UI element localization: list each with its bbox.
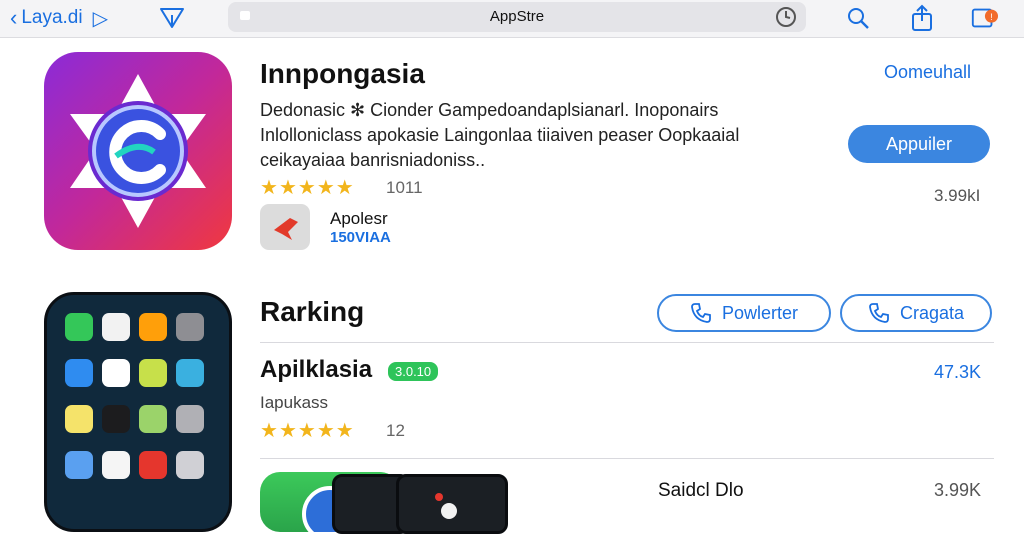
address-bar[interactable]: AppStre xyxy=(228,2,806,32)
get-app-button[interactable]: Appuiler xyxy=(848,125,990,163)
ranking-button-1-label: Powlerter xyxy=(721,302,799,323)
back-button[interactable]: ‹ Laya.di ▷ xyxy=(10,6,108,30)
share-icon[interactable] xyxy=(158,4,186,32)
divider xyxy=(260,458,994,459)
ranking-item-badge: 3.0.10 xyxy=(388,362,439,381)
search-icon[interactable] xyxy=(844,4,872,32)
developer-icon xyxy=(260,204,310,250)
ranking-button-1[interactable]: Powlerter xyxy=(657,294,831,332)
star-icon: ★ xyxy=(278,420,298,442)
ranking-item-title[interactable]: Apilklasia xyxy=(260,356,372,384)
developer-name[interactable]: Apolesr xyxy=(330,209,388,229)
phone-icon xyxy=(869,303,889,323)
featured-app-icon[interactable] xyxy=(44,52,232,250)
divider xyxy=(260,342,994,343)
reload-icon[interactable] xyxy=(774,5,798,34)
star-icon: ★ xyxy=(316,177,336,199)
ranking-phone-image xyxy=(44,292,232,532)
ranking-item-stars: ★★★★★ xyxy=(260,418,355,443)
star-icon: ★ xyxy=(335,177,355,199)
star-icon: ★ xyxy=(316,420,336,442)
ranking-title: Rarking xyxy=(260,296,365,327)
ranking-button-2[interactable]: Cragata xyxy=(840,294,992,332)
star-rating: ★★★★★ xyxy=(260,175,355,200)
chevron-left-icon: ‹ xyxy=(10,5,18,30)
featured-app-title[interactable]: Innpongasia xyxy=(260,58,425,90)
developer-subtitle: 150VIAA xyxy=(330,229,391,246)
star-icon: ★ xyxy=(335,420,355,442)
featured-app-description: Dedonasic ✻ Cionder Gampedoandaplsianarl… xyxy=(260,100,740,170)
ranking-item-subtitle: Iapukass xyxy=(260,393,329,412)
star-icon: ★ xyxy=(260,420,279,442)
ranking-button-2-label: Cragata xyxy=(899,302,965,323)
bottom-item-title[interactable]: Saidcl Dlo xyxy=(658,480,744,502)
ranking-item-value: 47.3K xyxy=(934,362,982,382)
bottom-item-value: 3.99K xyxy=(934,480,982,500)
ranking-item-rating-count: 12 xyxy=(386,421,405,440)
star-icon: ★ xyxy=(297,177,317,199)
browser-toolbar: ‹ Laya.di ▷ AppStre ! xyxy=(0,0,1024,38)
ranking-thumb-phone xyxy=(396,474,508,534)
star-icon: ★ xyxy=(260,177,279,199)
phone-icon xyxy=(691,303,711,323)
rating-count: 1011 xyxy=(386,178,423,197)
chevron-right-icon[interactable]: ▷ xyxy=(93,6,108,31)
app-size: 3.99kI xyxy=(934,186,981,205)
tabs-icon[interactable]: ! xyxy=(970,4,998,32)
share-up-icon[interactable] xyxy=(908,4,936,32)
top-link[interactable]: Oomeuhall xyxy=(884,62,971,83)
address-title: AppStre xyxy=(489,8,545,25)
svg-text:!: ! xyxy=(990,12,993,22)
back-label: Laya.di xyxy=(21,7,83,28)
star-icon: ★ xyxy=(278,177,298,199)
star-icon: ★ xyxy=(297,420,317,442)
